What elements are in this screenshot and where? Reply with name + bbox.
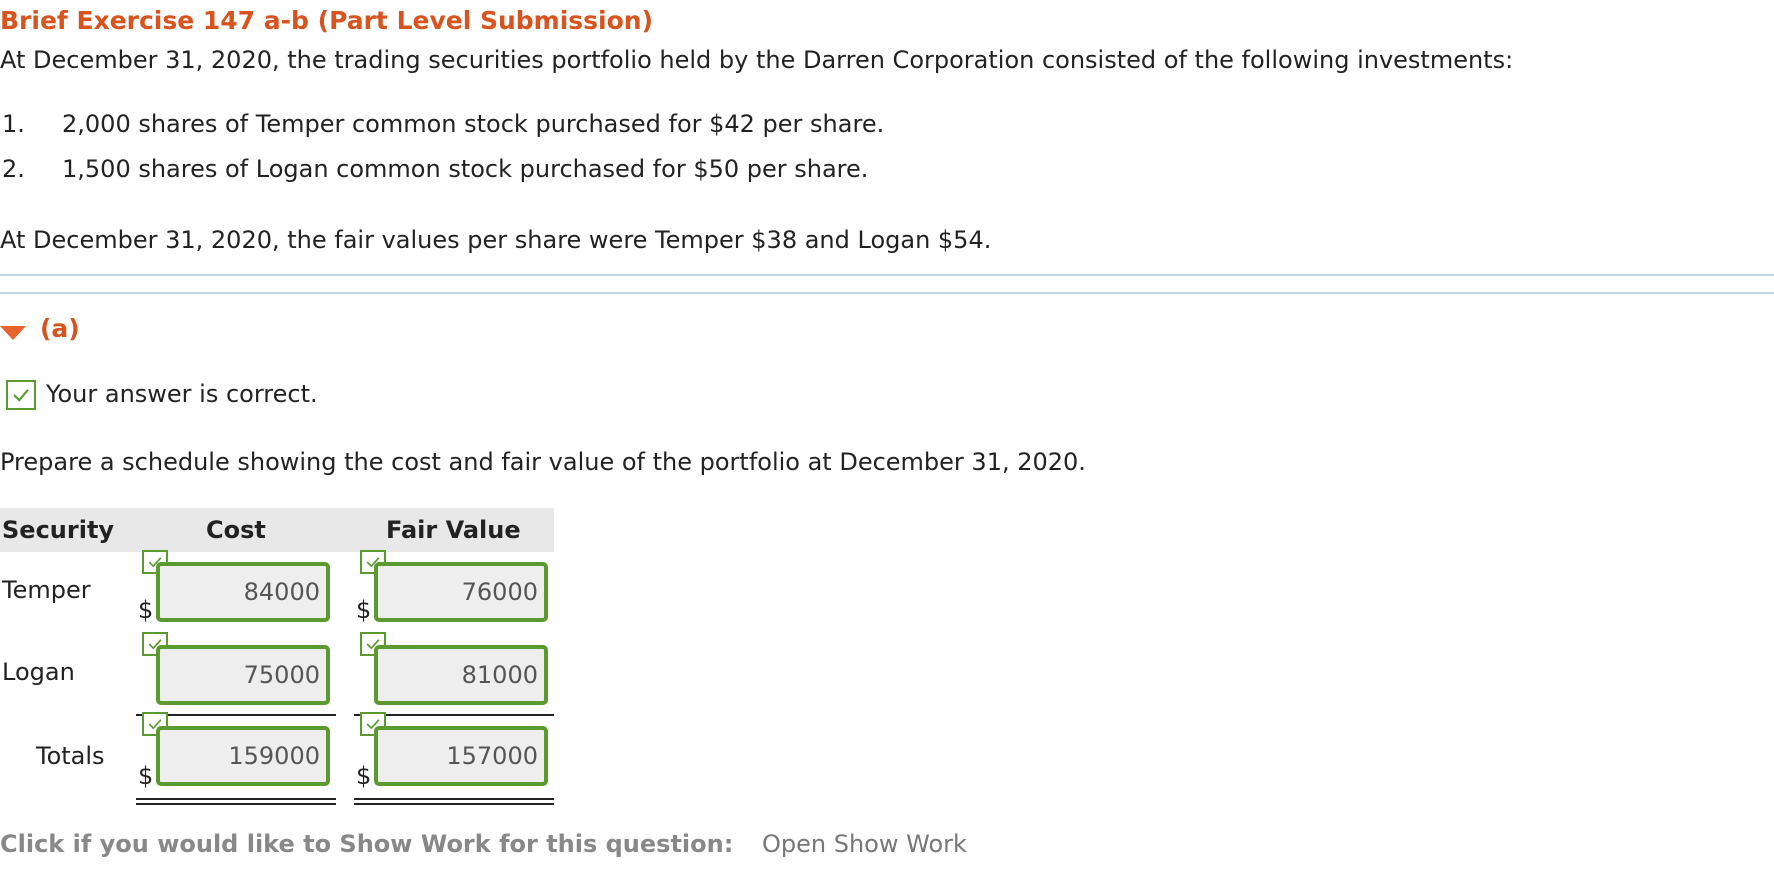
fair-value-input-temper[interactable]: 76000 xyxy=(374,562,548,622)
fair-value-input-logan[interactable]: 81000 xyxy=(374,645,548,705)
totals-label: Totals xyxy=(36,742,105,770)
currency-symbol: $ xyxy=(138,762,154,790)
exercise-title: Brief Exercise 147 a-b (Part Level Submi… xyxy=(0,6,654,35)
list-item-text: 2,000 shares of Temper common stock purc… xyxy=(62,110,885,138)
header-security: Security xyxy=(2,516,115,544)
divider xyxy=(0,274,1774,276)
row-security-label: Temper xyxy=(2,576,91,604)
answer-status-text: Your answer is correct. xyxy=(46,380,318,408)
total-double-line xyxy=(136,803,336,805)
list-item-number: 1. xyxy=(2,110,25,138)
problem-intro: At December 31, 2020, the trading securi… xyxy=(0,46,1514,74)
row-security-label: Logan xyxy=(2,658,75,686)
part-a-label[interactable]: (a) xyxy=(40,314,80,343)
fair-value-statement: At December 31, 2020, the fair values pe… xyxy=(0,226,992,254)
list-item-text: 1,500 shares of Logan common stock purch… xyxy=(62,155,869,183)
currency-symbol: $ xyxy=(356,596,372,624)
correct-check-icon xyxy=(6,380,36,410)
currency-symbol: $ xyxy=(138,596,154,624)
header-cost: Cost xyxy=(206,516,266,544)
fair-value-input-total[interactable]: 157000 xyxy=(374,726,548,786)
total-double-line xyxy=(354,798,554,800)
header-fair-value: Fair Value xyxy=(386,516,521,544)
cost-input-total[interactable]: 159000 xyxy=(156,726,330,786)
total-double-line xyxy=(354,803,554,805)
currency-symbol: $ xyxy=(356,762,372,790)
total-double-line xyxy=(136,798,336,800)
open-show-work-link[interactable]: Open Show Work xyxy=(762,830,967,858)
show-work-prompt: Click if you would like to Show Work for… xyxy=(0,830,734,858)
cost-input-logan[interactable]: 75000 xyxy=(156,645,330,705)
part-a-instruction: Prepare a schedule showing the cost and … xyxy=(0,448,1086,476)
schedule-table-header: Security Cost Fair Value xyxy=(0,508,554,552)
collapse-caret-icon[interactable] xyxy=(0,326,26,340)
divider xyxy=(0,292,1774,294)
cost-input-temper[interactable]: 84000 xyxy=(156,562,330,622)
exercise-page: Brief Exercise 147 a-b (Part Level Submi… xyxy=(0,0,1774,886)
list-item-number: 2. xyxy=(2,155,25,183)
